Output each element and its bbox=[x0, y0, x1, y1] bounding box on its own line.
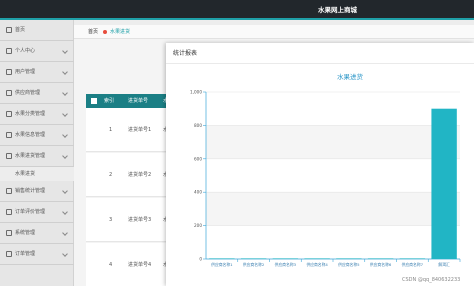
bar bbox=[304, 258, 330, 259]
bar bbox=[240, 258, 267, 259]
order-icon bbox=[6, 251, 12, 257]
sidebar-item-fruit-category[interactable]: 水果分类管理 bbox=[0, 104, 74, 125]
bar bbox=[272, 258, 299, 259]
sidebar-item-personal-center[interactable]: 个人中心 bbox=[0, 41, 74, 62]
cell-number: 进货单号1 bbox=[128, 127, 152, 133]
sidebar-item-label: 供应商管理 bbox=[15, 90, 41, 96]
table-header: 索引 进货单号 水 bbox=[86, 94, 168, 108]
x-tick-label: 供应商名称7 bbox=[402, 262, 424, 267]
y-tick-label: 800 bbox=[194, 123, 202, 128]
breadcrumb: 首页 水果进货 bbox=[74, 25, 474, 39]
sidebar-item-fruit-stock[interactable]: 水果进货管理 bbox=[0, 146, 74, 167]
bar bbox=[431, 108, 457, 259]
chevron-down-icon bbox=[62, 111, 68, 117]
sidebar-subitem-label: 水果进货 bbox=[15, 171, 36, 177]
bar bbox=[367, 258, 394, 259]
review-icon bbox=[6, 209, 12, 215]
table-row[interactable]: 4 进货单号4 水 bbox=[86, 243, 168, 286]
chevron-down-icon bbox=[62, 230, 68, 236]
cell-index: 2 bbox=[109, 172, 113, 178]
y-tick-label: 1,000 bbox=[190, 90, 202, 95]
cell-number: 进货单号2 bbox=[128, 172, 152, 178]
cell-index: 3 bbox=[109, 217, 113, 223]
sidebar-item-home[interactable]: 首页 bbox=[0, 20, 74, 41]
grid-band bbox=[206, 192, 460, 226]
sidebar-subitem-fruit-stock[interactable]: 水果进货 bbox=[0, 167, 74, 181]
x-tick-label: 供应商名称2 bbox=[243, 262, 265, 267]
stock-icon bbox=[6, 153, 12, 159]
home-icon bbox=[6, 27, 12, 33]
watermark: CSDN @qq_840632233 bbox=[402, 277, 461, 283]
sidebar-item-order-review[interactable]: 订单评价管理 bbox=[0, 202, 74, 223]
chevron-down-icon bbox=[62, 251, 68, 257]
sidebar-item-label: 水果进货管理 bbox=[15, 153, 46, 159]
sidebar-item-label: 首页 bbox=[15, 27, 26, 33]
y-tick-label: 0 bbox=[199, 257, 202, 262]
chevron-down-icon bbox=[62, 48, 68, 54]
column-header-number: 进货单号 bbox=[128, 98, 149, 104]
sidebar-item-label: 订单评价管理 bbox=[15, 209, 46, 215]
stock-bar-chart: 0 200 400 600 800 1,000 供应商名称1 供应商名称2 供应商名称3 供应商名… bbox=[190, 72, 461, 267]
users-icon bbox=[6, 69, 12, 75]
top-bar: 水果网上商城 bbox=[0, 0, 474, 20]
x-tick-label: 解渴汇 bbox=[438, 262, 450, 267]
x-tick-label: 供应商名称6 bbox=[370, 262, 392, 267]
modal-title: 统计报表 bbox=[173, 50, 198, 57]
sidebar-item-label: 水果信息管理 bbox=[15, 132, 46, 138]
table-row[interactable]: 2 进货单号2 水 bbox=[86, 153, 168, 197]
x-tick-label: 供应商名称1 bbox=[211, 262, 233, 267]
sidebar-item-sales-stats[interactable]: 销售统计管理 bbox=[0, 181, 74, 202]
stats-icon bbox=[6, 188, 12, 194]
cell-index: 4 bbox=[109, 262, 113, 268]
y-tick-label: 200 bbox=[194, 223, 202, 228]
system-icon bbox=[6, 230, 12, 236]
sidebar-item-user-management[interactable]: 用户管理 bbox=[0, 62, 74, 83]
sidebar-item-label: 订单管理 bbox=[15, 251, 36, 257]
stats-report-modal: 统计报表 0 200 400 600 800 1,000 供应商名称1 供应商名称2 供应商名称… bbox=[166, 43, 474, 286]
cell-number: 进货单号4 bbox=[128, 262, 152, 268]
chart-title: 水果进货 bbox=[337, 72, 364, 81]
cell-number: 进货单号3 bbox=[128, 217, 152, 223]
table-row[interactable]: 1 进货单号1 水 bbox=[86, 108, 168, 152]
sidebar: 首页 个人中心 用户管理 供应商管理 水果分类管理 水果信息管理 水果进货管理 … bbox=[0, 20, 74, 286]
grid-band bbox=[206, 125, 460, 159]
chevron-down-icon bbox=[62, 153, 68, 159]
column-header-index: 索引 bbox=[104, 98, 115, 104]
supplier-icon bbox=[6, 90, 12, 96]
bar bbox=[336, 258, 362, 259]
sidebar-item-label: 系统管理 bbox=[15, 230, 36, 236]
category-icon bbox=[6, 111, 12, 117]
sidebar-item-system[interactable]: 系统管理 bbox=[0, 223, 74, 244]
x-tick-label: 供应商名称3 bbox=[275, 262, 297, 267]
select-all-checkbox[interactable] bbox=[91, 98, 97, 104]
fruit-icon bbox=[6, 132, 12, 138]
chevron-down-icon bbox=[62, 188, 68, 194]
breadcrumb-current: 水果进货 bbox=[110, 29, 131, 35]
bar bbox=[399, 258, 426, 259]
table-row[interactable]: 3 进货单号3 水 bbox=[86, 198, 168, 242]
y-tick-label: 400 bbox=[194, 190, 202, 195]
sidebar-item-label: 销售统计管理 bbox=[15, 188, 46, 194]
breadcrumb-dot-icon bbox=[103, 30, 107, 34]
user-icon bbox=[6, 48, 12, 54]
cell-index: 1 bbox=[109, 127, 113, 133]
chevron-down-icon bbox=[62, 69, 68, 75]
sidebar-item-label: 水果分类管理 bbox=[15, 111, 46, 117]
x-tick-label: 供应商名称4 bbox=[306, 262, 328, 267]
chevron-down-icon bbox=[62, 90, 68, 96]
sidebar-item-order-management[interactable]: 订单管理 bbox=[0, 244, 74, 265]
site-title: 水果网上商城 bbox=[318, 6, 357, 14]
sidebar-item-supplier-management[interactable]: 供应商管理 bbox=[0, 83, 74, 104]
bar bbox=[209, 258, 235, 259]
sidebar-item-label: 用户管理 bbox=[15, 69, 36, 75]
sidebar-item-fruit-info[interactable]: 水果信息管理 bbox=[0, 125, 74, 146]
x-tick-label: 供应商名称5 bbox=[338, 262, 360, 267]
y-tick-label: 600 bbox=[194, 156, 202, 161]
sidebar-item-label: 个人中心 bbox=[15, 48, 36, 54]
breadcrumb-home[interactable]: 首页 bbox=[88, 27, 100, 37]
chevron-down-icon bbox=[62, 209, 68, 215]
chevron-down-icon bbox=[62, 132, 68, 138]
